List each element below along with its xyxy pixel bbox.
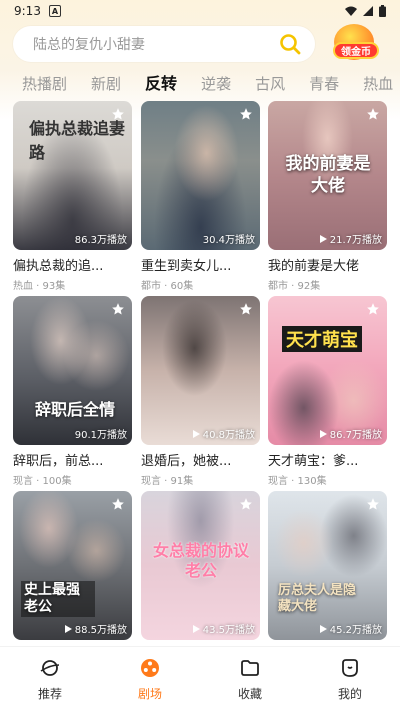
favorite-star-icon[interactable]: [111, 496, 125, 510]
drama-poster[interactable]: 30.4万播放: [141, 101, 260, 250]
drama-card[interactable]: 女总裁的协议老公 43.5万播放: [141, 491, 260, 640]
tab-comeback[interactable]: 逆袭: [201, 70, 231, 98]
drama-title: 辞职后，前总...: [13, 454, 104, 469]
drama-card[interactable]: 辞职后全情 90.1万播放 辞职后，前总... 现言 · 100集: [13, 296, 132, 487]
drama-meta: 现言 · 91集: [141, 476, 194, 487]
drama-poster[interactable]: 厉总夫人是隐藏大佬 45.2万播放: [268, 491, 387, 640]
planet-icon: [40, 660, 60, 676]
status-time: 9:13: [14, 4, 41, 18]
tab-ancient[interactable]: 古风: [255, 70, 285, 98]
favorite-star-icon[interactable]: [366, 496, 380, 510]
drama-title: 我的前妻是大佬: [268, 259, 360, 274]
view-count: 86.7万播放: [319, 426, 382, 441]
notification-a-icon: A: [48, 5, 61, 17]
drama-poster[interactable]: 辞职后全情 90.1万播放: [13, 296, 132, 445]
drama-grid: 偏执总裁追妻路 86.3万播放 偏执总裁的追... 热血 · 93集 30.4万…: [0, 101, 400, 646]
drama-meta: 现言 · 130集: [268, 476, 327, 487]
drama-title: 退婚后，她被...: [141, 454, 232, 469]
status-bar: 9:13 A: [0, 0, 400, 22]
play-icon: [319, 624, 327, 633]
view-count: 45.2万播放: [319, 621, 382, 636]
poster-title-text: 偏执总裁追妻路: [29, 119, 126, 162]
favorite-star-icon[interactable]: [111, 106, 125, 120]
coin-label: 领金币: [333, 42, 379, 59]
drama-card[interactable]: 我的前妻是大佬 21.7万播放 我的前妻是大佬 都市 · 92集: [268, 101, 387, 292]
battery-icon: [379, 5, 386, 17]
drama-card[interactable]: 偏执总裁追妻路 86.3万播放 偏执总裁的追... 热血 · 93集: [13, 101, 132, 292]
drama-poster[interactable]: 偏执总裁追妻路 86.3万播放: [13, 101, 132, 250]
drama-poster[interactable]: 女总裁的协议老公 43.5万播放: [141, 491, 260, 640]
tab-action[interactable]: 热血: [363, 70, 393, 98]
favorite-star-icon[interactable]: [239, 496, 253, 510]
play-icon: [192, 429, 200, 438]
drama-poster[interactable]: 我的前妻是大佬 21.7万播放: [268, 101, 387, 250]
tab-new[interactable]: 新剧: [91, 70, 121, 98]
face-icon: [342, 659, 358, 677]
nav-profile[interactable]: 我的: [300, 647, 400, 711]
poster-title-text: 天才萌宝: [282, 326, 362, 352]
poster-title-text: 女总裁的协议老公: [152, 541, 249, 580]
view-count: 43.5万播放: [192, 621, 255, 636]
drama-card[interactable]: 厉总夫人是隐藏大佬 45.2万播放: [268, 491, 387, 640]
drama-title: 偏执总裁的追...: [13, 259, 104, 274]
drama-poster[interactable]: 史上最强老公 88.5万播放: [13, 491, 132, 640]
drama-title: 重生到卖女儿...: [141, 259, 232, 274]
tab-reversal[interactable]: 反转: [145, 70, 177, 98]
view-count: 88.5万播放: [64, 621, 127, 636]
favorite-star-icon[interactable]: [239, 301, 253, 315]
view-count: 40.8万播放: [192, 426, 255, 441]
play-icon: [319, 234, 327, 243]
signal-icon: [363, 6, 373, 16]
poster-title-text: 我的前妻是大佬: [285, 154, 371, 196]
play-icon: [64, 624, 72, 633]
bottom-nav: 推荐 剧场 收藏 我的: [0, 646, 400, 711]
search-placeholder: 陆总的复仇小甜妻: [33, 37, 145, 53]
drama-meta: 热血 · 93集: [13, 281, 66, 292]
header: 陆总的复仇小甜妻 领金币: [0, 24, 400, 64]
drama-meta: 都市 · 60集: [141, 281, 194, 292]
wifi-icon: [345, 6, 357, 16]
favorite-star-icon[interactable]: [366, 301, 380, 315]
tab-youth[interactable]: 青春: [309, 70, 339, 98]
nav-favorites[interactable]: 收藏: [200, 647, 300, 711]
play-icon: [192, 624, 200, 633]
tab-hot[interactable]: 热播剧: [22, 70, 67, 98]
view-count: 30.4万播放: [202, 235, 255, 246]
view-count: 21.7万播放: [319, 231, 382, 246]
favorite-star-icon[interactable]: [366, 106, 380, 120]
folder-icon: [241, 660, 259, 676]
view-count: 90.1万播放: [74, 430, 127, 441]
drama-card[interactable]: 40.8万播放 退婚后，她被... 现言 · 91集: [141, 296, 260, 487]
film-reel-icon: [141, 659, 159, 677]
drama-meta: 都市 · 92集: [268, 281, 321, 292]
drama-card[interactable]: 史上最强老公 88.5万播放: [13, 491, 132, 640]
favorite-star-icon[interactable]: [239, 106, 253, 120]
poster-title-text: 辞职后全情: [35, 400, 116, 419]
drama-card[interactable]: 天才萌宝 86.7万播放 天才萌宝：爹... 现言 · 130集: [268, 296, 387, 487]
drama-card[interactable]: 30.4万播放 重生到卖女儿... 都市 · 60集: [141, 101, 260, 292]
poster-title-text: 史上最强老公: [21, 581, 95, 617]
nav-theater[interactable]: 剧场: [100, 647, 200, 711]
play-icon: [319, 429, 327, 438]
poster-title-text: 厉总夫人是隐藏大佬: [278, 583, 357, 614]
nav-recommend[interactable]: 推荐: [0, 647, 100, 711]
view-count: 86.3万播放: [74, 235, 127, 246]
drama-poster[interactable]: 40.8万播放: [141, 296, 260, 445]
coin-reward-button[interactable]: 领金币: [330, 24, 382, 64]
drama-title: 天才萌宝：爹...: [268, 454, 359, 469]
drama-meta: 现言 · 100集: [13, 476, 72, 487]
search-icon[interactable]: [279, 33, 301, 55]
drama-poster[interactable]: 天才萌宝 86.7万播放: [268, 296, 387, 445]
search-input[interactable]: 陆总的复仇小甜妻: [13, 26, 315, 62]
category-tabs: 热播剧 新剧 反转 逆袭 古风 青春 热血: [0, 70, 400, 98]
favorite-star-icon[interactable]: [111, 301, 125, 315]
